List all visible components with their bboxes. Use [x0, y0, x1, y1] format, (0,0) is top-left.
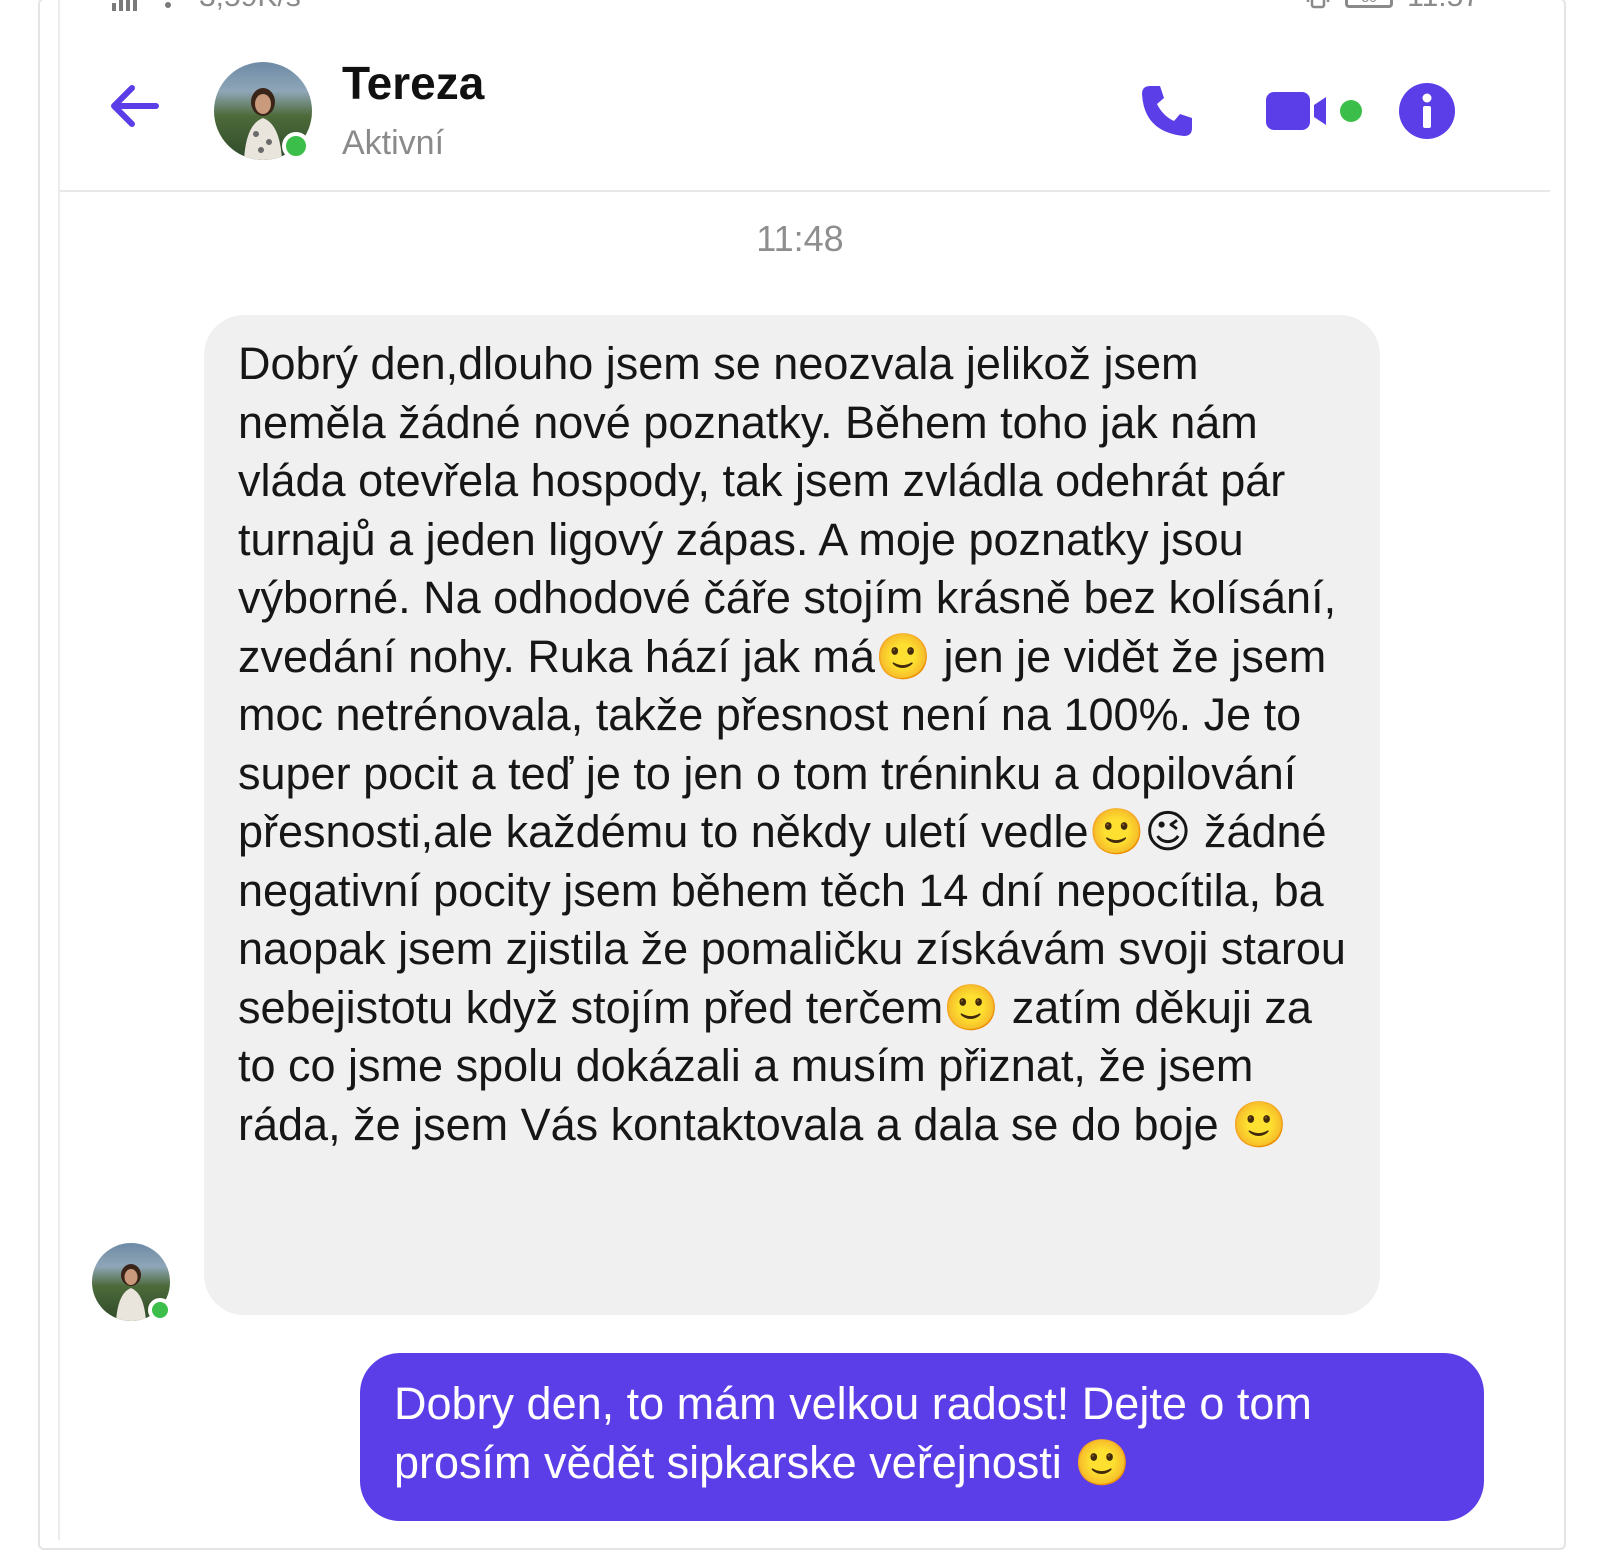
network-speed: 3,59K/s [199, 0, 301, 14]
contact-name[interactable]: Tereza [342, 56, 484, 110]
contact-status: Aktivní [342, 124, 445, 162]
status-bar-left: 3,59K/s [112, 0, 301, 14]
sender-online-indicator [148, 1298, 172, 1322]
video-camera-icon[interactable] [1264, 88, 1334, 134]
wifi-icon [165, 2, 171, 8]
back-button[interactable] [104, 76, 164, 136]
status-bar-right: 30 11:57 [1305, 0, 1480, 14]
battery-icon: 30 [1345, 0, 1394, 8]
phone-icon[interactable] [1138, 82, 1196, 140]
info-icon[interactable] [1398, 82, 1456, 140]
clock: 11:57 [1407, 0, 1480, 14]
video-active-indicator [1340, 100, 1362, 122]
signal-icon [112, 0, 137, 11]
status-bar: 3,59K/s 30 11:57 [0, 0, 1600, 20]
chat-header: Tereza Aktivní [60, 40, 1550, 192]
online-indicator [282, 132, 310, 160]
message-timestamp: 11:48 [756, 218, 844, 259]
incoming-message-bubble[interactable]: Dobrý den,dlouho jsem se neozvala jeliko… [204, 315, 1380, 1315]
vibrate-icon [1306, 0, 1330, 9]
outgoing-message-bubble[interactable]: Dobry den, to mám velkou radost! Dejte o… [360, 1353, 1484, 1521]
